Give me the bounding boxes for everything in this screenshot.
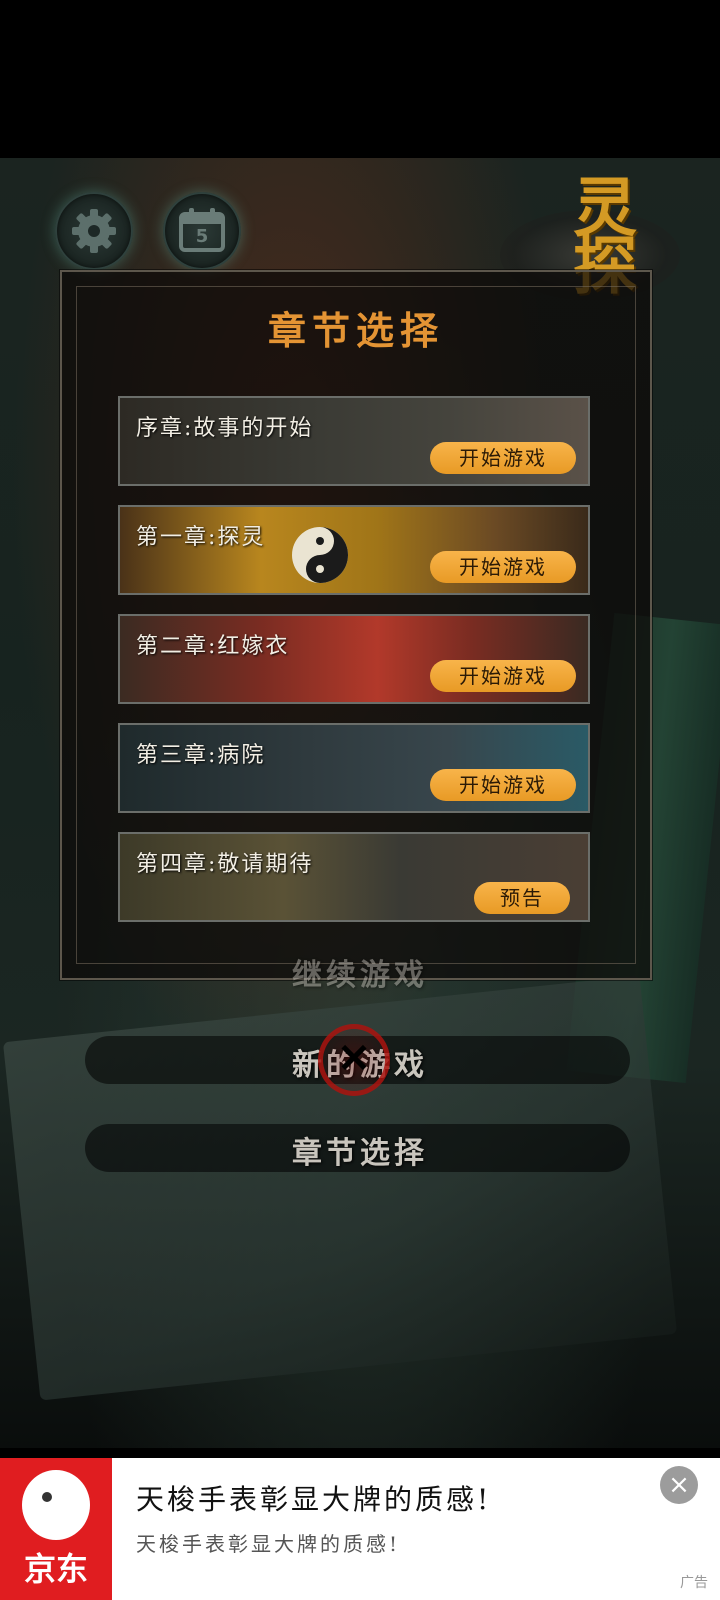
- ad-brand: 京东: [23, 1550, 88, 1588]
- chapter-prologue[interactable]: 序章:故事的开始 开始游戏: [118, 396, 590, 486]
- chapter-select-panel: 章节选择 序章:故事的开始 开始游戏 第一章:探灵 开始游戏 第二章:红嫁衣 开…: [60, 270, 652, 980]
- chapter-name: 第四章:敬请期待: [136, 852, 314, 877]
- continue-game-label: 继续游戏: [292, 958, 428, 993]
- ad-label: 广告: [680, 1575, 708, 1591]
- chapter-name: 第三章:病院: [136, 743, 266, 768]
- chapter-4[interactable]: 第四章:敬请期待 预告: [118, 832, 590, 922]
- ad-title: 天梭手表彰显大牌的质感!: [136, 1483, 492, 1516]
- chapter-name: 第一章:探灵: [136, 525, 266, 550]
- ad-subtitle: 天梭手表彰显大牌的质感!: [136, 1532, 401, 1556]
- jd-logo: 京东: [0, 1458, 112, 1600]
- settings-button[interactable]: [55, 192, 133, 270]
- chapter-3[interactable]: 第三章:病院 开始游戏: [118, 723, 590, 813]
- ad-close-button[interactable]: ×: [660, 1466, 698, 1504]
- gear-icon: [72, 209, 116, 253]
- chapter-2[interactable]: 第二章:红嫁衣 开始游戏: [118, 614, 590, 704]
- preview-button[interactable]: 预告: [474, 882, 570, 914]
- ad-banner[interactable]: 京东 天梭手表彰显大牌的质感! 天梭手表彰显大牌的质感! × 广告: [0, 1458, 720, 1600]
- chapter-name: 序章:故事的开始: [136, 416, 314, 441]
- start-game-button[interactable]: 开始游戏: [430, 660, 576, 692]
- panel-title: 章节选择: [267, 308, 444, 353]
- blood-x-icon: ✕: [318, 1024, 390, 1096]
- start-game-button[interactable]: 开始游戏: [430, 551, 576, 583]
- start-game-button[interactable]: 开始游戏: [430, 442, 576, 474]
- daily-checkin-button[interactable]: 5: [163, 192, 241, 270]
- calendar-day-number: 5: [195, 226, 209, 247]
- start-game-button[interactable]: 开始游戏: [430, 769, 576, 801]
- chapter-name: 第二章:红嫁衣: [136, 634, 290, 659]
- chapter-1[interactable]: 第一章:探灵 开始游戏: [118, 505, 590, 595]
- chapter-select-label: 章节选择: [292, 1136, 428, 1171]
- jd-dog-icon: [22, 1470, 90, 1540]
- yin-yang-icon: [292, 527, 348, 583]
